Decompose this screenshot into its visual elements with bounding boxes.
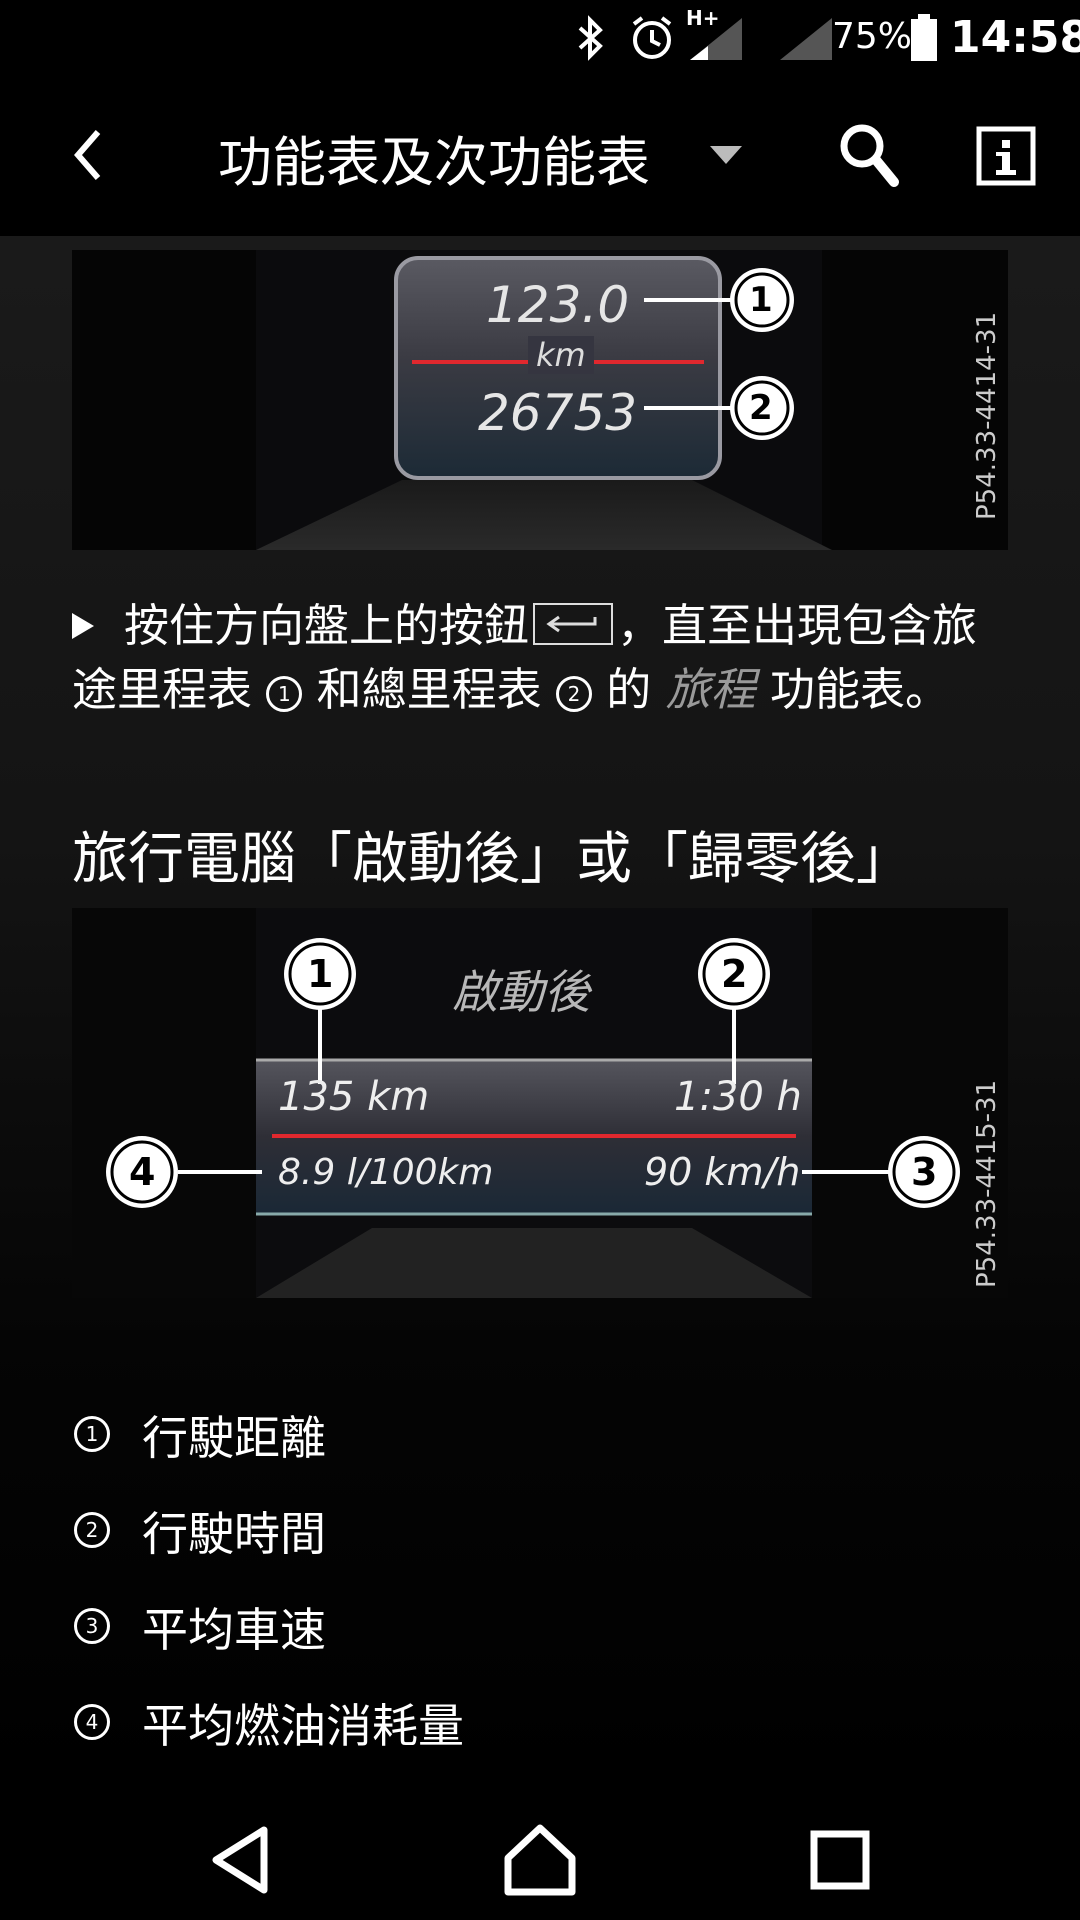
callout-1: 1	[749, 280, 773, 320]
info-icon[interactable]	[976, 126, 1036, 186]
back-triangle-icon[interactable]	[202, 1820, 282, 1900]
trip-computer-figure: 1 2 4 3 啟動後 135 km 1:30 h 8.9 l/100km 90…	[72, 908, 1008, 1298]
home-icon[interactable]	[500, 1820, 580, 1900]
odometer-figure: 123.0 km 26753 1 2 P54.33-4414-31	[72, 250, 1008, 550]
navigation-bar	[0, 1790, 1080, 1920]
recents-icon[interactable]	[800, 1820, 880, 1900]
instruction-text-1: 按住方向盤上的按鈕	[124, 599, 530, 652]
status-bar: H+ 75% 14:58	[0, 0, 1080, 76]
content-area[interactable]: 123.0 km 26753 1 2 P54.33-4414-31 按住方向盤上…	[0, 236, 1080, 1790]
app-bar: 功能表及次功能表	[0, 76, 1080, 236]
instruction-text-4: 的	[606, 663, 652, 716]
marker-2: 2	[555, 676, 592, 712]
legend-item: 2 行駛時間	[72, 1492, 972, 1562]
signal-icon	[780, 18, 832, 60]
marker-1: 1	[266, 676, 303, 712]
section-heading: 旅行電腦「啟動後」或「歸零後」	[72, 827, 912, 892]
legend-number: 3	[74, 1608, 110, 1644]
legend-item: 1 行駛距離	[72, 1396, 972, 1466]
trip-distance-value: 135 km	[278, 1074, 430, 1120]
page-title[interactable]: 功能表及次功能表	[218, 118, 650, 197]
legend-label: 行駛距離	[142, 1411, 326, 1465]
clock-time: 14:58	[950, 12, 1080, 63]
signal-icon	[690, 18, 742, 60]
legend-number: 2	[74, 1512, 110, 1548]
legend-number: 1	[74, 1416, 110, 1452]
menu-term-link[interactable]: 旅程	[666, 663, 756, 716]
instruction-paragraph: 按住方向盤上的按鈕 ，直至出現包含旅途里程表 1 和總里程表 2 的 旅程 功能表…	[72, 594, 1002, 722]
figure-code: P54.33-4415-31	[972, 1079, 1002, 1288]
alarm-icon	[632, 16, 672, 59]
back-key-icon	[533, 603, 614, 645]
battery-icon	[911, 14, 937, 61]
legend-number: 4	[74, 1704, 110, 1740]
fuel-consumption-value: 8.9 l/100km	[278, 1152, 494, 1193]
dropdown-caret-icon[interactable]	[710, 146, 742, 166]
display-header: 啟動後	[452, 965, 590, 1019]
bullet-arrow-icon	[72, 613, 94, 639]
callout-lines	[644, 268, 794, 440]
callout-2: 2	[721, 952, 748, 996]
callout-2: 2	[749, 388, 773, 428]
callout-4: 4	[129, 1150, 156, 1194]
battery-percent: 75%	[832, 16, 913, 57]
trip-time-value: 1:30 h	[674, 1074, 802, 1120]
legend-item: 3 平均車速	[72, 1588, 972, 1658]
figure-code: P54.33-4414-31	[972, 311, 1002, 520]
average-speed-value: 90 km/h	[644, 1150, 801, 1194]
instruction-text-3: 和總里程表	[316, 663, 542, 716]
callout-3: 3	[911, 1150, 938, 1194]
search-icon[interactable]	[836, 120, 902, 190]
back-chevron-icon[interactable]	[62, 120, 118, 190]
instruction-text-5: 功能表。	[769, 663, 950, 716]
legend-label: 行駛時間	[142, 1507, 326, 1561]
callout-1: 1	[307, 952, 334, 996]
legend-label: 平均車速	[142, 1603, 326, 1657]
bluetooth-icon	[578, 15, 603, 61]
legend-item: 4 平均燃油消耗量	[72, 1684, 972, 1754]
legend-label: 平均燃油消耗量	[142, 1699, 464, 1753]
